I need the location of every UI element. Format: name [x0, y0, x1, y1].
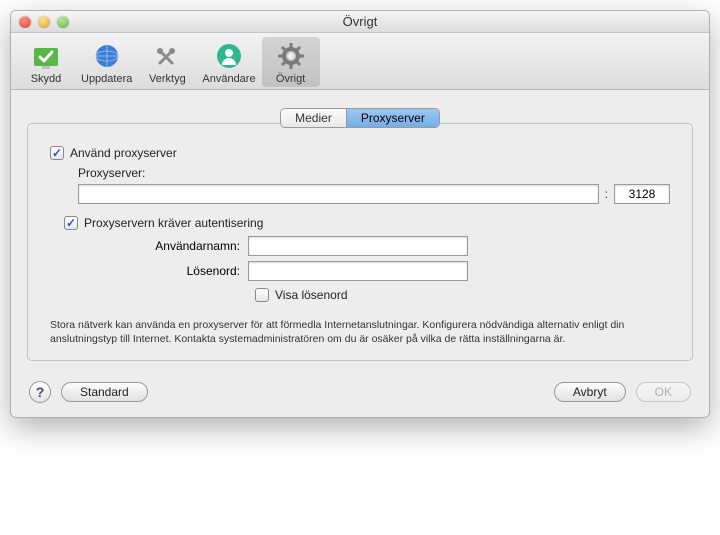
use-proxy-checkbox[interactable]	[50, 146, 64, 160]
password-label: Lösenord:	[78, 264, 248, 278]
globe-icon	[91, 40, 123, 72]
username-label: Användarnamn:	[78, 239, 248, 253]
tab-proxyserver[interactable]: Proxyserver	[347, 109, 439, 127]
toolbar-item-anvandare[interactable]: Användare	[196, 37, 261, 87]
username-input[interactable]	[248, 236, 468, 256]
toolbar-label: Verktyg	[149, 73, 186, 85]
auth-label: Proxyservern kräver autentisering	[84, 216, 263, 230]
window-controls	[11, 16, 69, 28]
show-password-checkbox[interactable]	[255, 288, 269, 302]
proxy-port-input[interactable]	[614, 184, 670, 204]
user-icon	[213, 40, 245, 72]
content-area: Medier Proxyserver Använd proxyserver Pr…	[11, 90, 709, 375]
titlebar: Övrigt	[11, 11, 709, 33]
toolbar-label: Skydd	[31, 73, 62, 85]
toolbar-label: Övrigt	[276, 73, 305, 85]
standard-button[interactable]: Standard	[61, 382, 148, 402]
use-proxy-row: Använd proxyserver	[50, 146, 670, 160]
password-input[interactable]	[248, 261, 468, 281]
auth-checkbox[interactable]	[64, 216, 78, 230]
proxy-label: Proxyserver:	[78, 166, 670, 180]
tab-medier[interactable]: Medier	[281, 109, 347, 127]
toolbar-item-skydd[interactable]: Skydd	[17, 37, 75, 87]
use-proxy-label: Använd proxyserver	[70, 146, 177, 160]
cancel-button[interactable]: Avbryt	[554, 382, 626, 402]
footer: ? Standard Avbryt OK	[11, 375, 709, 417]
toolbar-label: Uppdatera	[81, 73, 132, 85]
auth-row: Proxyservern kräver autentisering	[64, 216, 670, 230]
subtabs: Medier Proxyserver	[280, 108, 440, 128]
proxy-host-input[interactable]	[78, 184, 599, 204]
toolbar-label: Användare	[202, 73, 255, 85]
minimize-icon[interactable]	[38, 16, 50, 28]
window-title: Övrigt	[11, 14, 709, 29]
toolbar: Skydd Uppdatera Verktyg	[11, 33, 709, 90]
show-password-row: Visa lösenord	[255, 288, 670, 302]
toolbar-item-ovrigt[interactable]: Övrigt	[262, 37, 320, 87]
toolbar-item-verktyg[interactable]: Verktyg	[138, 37, 196, 87]
proxy-groupbox: Använd proxyserver Proxyserver: : Proxys…	[27, 123, 693, 361]
port-separator: :	[605, 187, 608, 201]
tools-icon	[151, 40, 183, 72]
preferences-window: Övrigt Skydd Uppdatera	[10, 10, 710, 418]
close-icon[interactable]	[19, 16, 31, 28]
help-button[interactable]: ?	[29, 381, 51, 403]
help-text: Stora nätverk kan använda en proxyserver…	[50, 318, 670, 346]
gear-icon	[275, 40, 307, 72]
toolbar-item-uppdatera[interactable]: Uppdatera	[75, 37, 138, 87]
shield-icon	[30, 40, 62, 72]
ok-button[interactable]: OK	[636, 382, 691, 402]
zoom-icon[interactable]	[57, 16, 69, 28]
show-password-label: Visa lösenord	[275, 288, 348, 302]
